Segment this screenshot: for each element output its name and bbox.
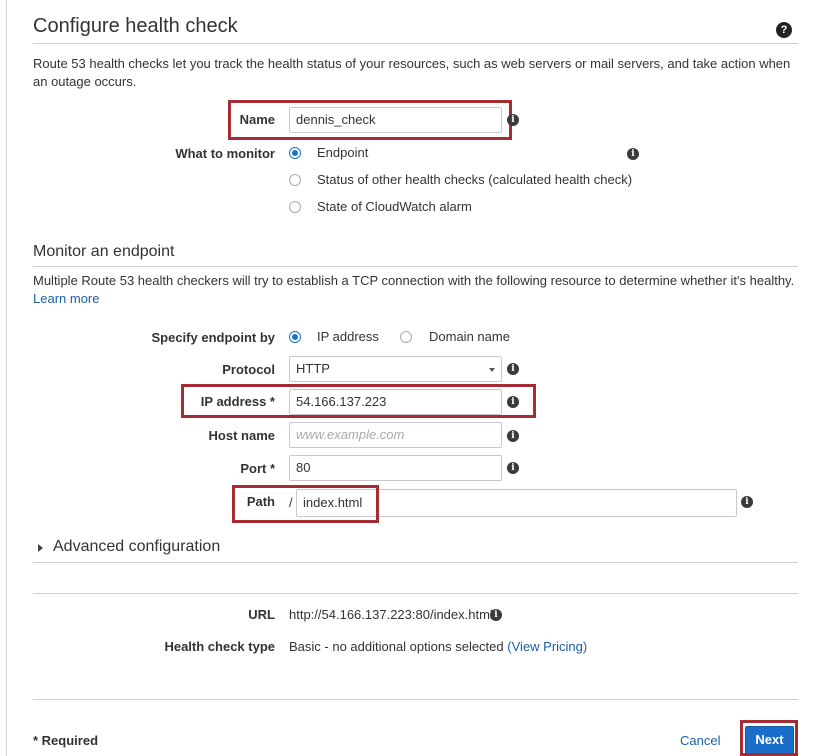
health-check-type-value: Basic - no additional options selected [289, 639, 504, 654]
ip-address-input[interactable]: 54.166.137.223 [289, 389, 502, 415]
port-input[interactable]: 80 [289, 455, 502, 481]
port-label: Port * [240, 461, 275, 476]
radio-cloudwatch[interactable] [289, 201, 301, 213]
info-icon[interactable]: i [507, 430, 519, 442]
radio-ip-address-label: IP address [317, 329, 379, 344]
ip-address-label: IP address * [200, 394, 275, 409]
learn-more-link[interactable]: Learn more [33, 290, 99, 308]
cancel-button[interactable]: Cancel [680, 733, 720, 748]
health-check-type-label: Health check type [164, 639, 275, 654]
summary-divider [33, 593, 798, 594]
required-note: * Required [33, 733, 99, 748]
info-icon[interactable]: i [627, 148, 639, 160]
radio-ip-address[interactable] [289, 331, 301, 343]
protocol-label: Protocol [222, 362, 275, 377]
info-icon[interactable]: i [507, 462, 519, 474]
info-icon[interactable]: i [490, 609, 502, 621]
specify-endpoint-label: Specify endpoint by [151, 330, 275, 345]
url-label: URL [248, 607, 275, 622]
what-to-monitor-label: What to monitor [175, 146, 275, 161]
radio-domain-name[interactable] [400, 331, 412, 343]
endpoint-description: Multiple Route 53 health checkers will t… [33, 273, 795, 288]
page-description: Route 53 health checks let you track the… [33, 56, 791, 89]
host-name-label: Host name [208, 428, 275, 443]
endpoint-section-title: Monitor an endpoint [33, 243, 175, 260]
path-label: Path [246, 494, 275, 509]
url-value: http://54.166.137.223:80/index.html [289, 607, 493, 622]
protocol-select[interactable]: HTTP [289, 356, 502, 382]
caret-right-icon[interactable] [38, 544, 43, 552]
info-icon[interactable]: i [507, 363, 519, 375]
help-icon[interactable]: ? [776, 22, 792, 38]
health-check-type-row: Basic - no additional options selected (… [289, 639, 587, 654]
advanced-divider [33, 562, 798, 563]
view-pricing-link[interactable]: (View Pricing) [507, 639, 587, 654]
info-icon[interactable]: i [507, 114, 519, 126]
radio-cloudwatch-label: State of CloudWatch alarm [317, 199, 472, 214]
protocol-select-value: HTTP [296, 361, 330, 376]
next-button[interactable]: Next [745, 726, 794, 754]
chevron-down-icon [489, 368, 495, 372]
radio-endpoint-label: Endpoint [317, 145, 369, 160]
radio-calculated-label: Status of other health checks (calculate… [317, 172, 633, 187]
radio-endpoint[interactable] [289, 147, 301, 159]
page-title: Configure health check [33, 15, 238, 37]
title-divider [33, 43, 798, 44]
path-prefix: / [289, 495, 293, 510]
radio-calculated[interactable] [289, 174, 301, 186]
info-icon[interactable]: i [741, 496, 753, 508]
info-icon[interactable]: i [507, 396, 519, 408]
advanced-config-toggle[interactable]: Advanced configuration [53, 538, 220, 556]
left-border [6, 0, 7, 756]
radio-domain-name-label: Domain name [429, 329, 510, 344]
host-name-input[interactable]: www.example.com [289, 422, 502, 448]
name-label: Name [239, 112, 275, 127]
endpoint-divider [33, 266, 798, 267]
footer-divider [33, 699, 798, 700]
name-input[interactable]: dennis_check [289, 107, 502, 133]
